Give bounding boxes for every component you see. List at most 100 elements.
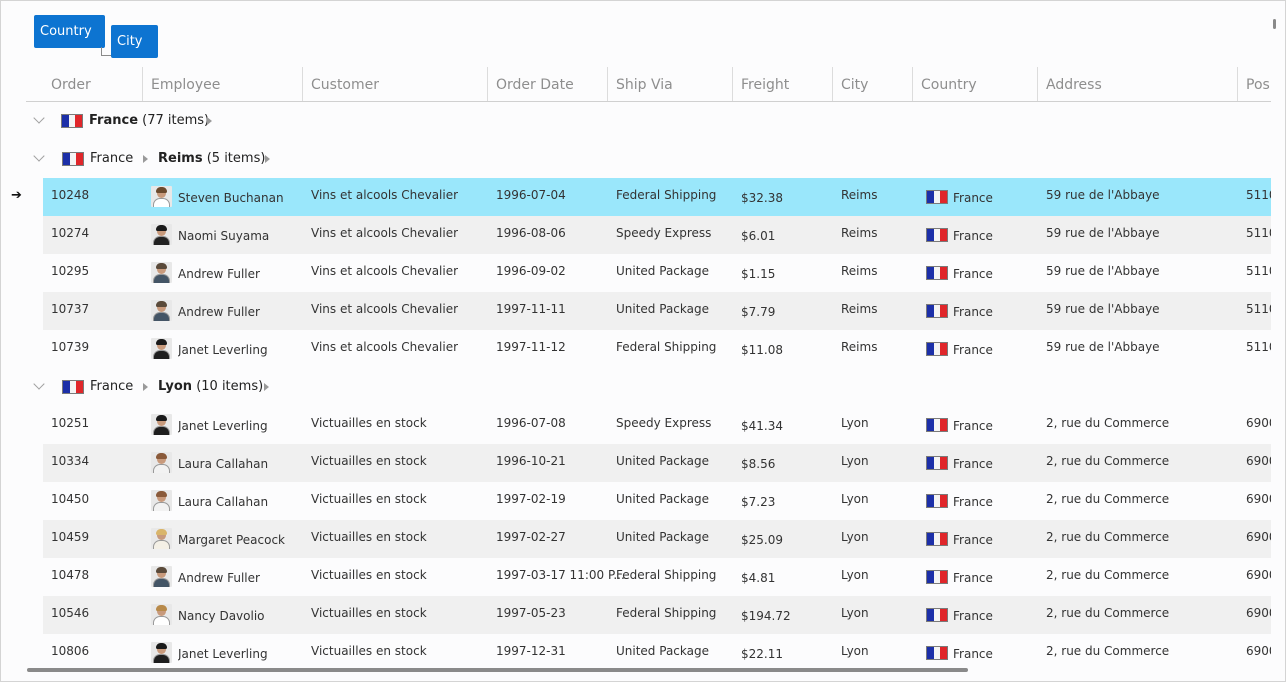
cell-order-date: 1997-11-11 — [496, 302, 566, 316]
cell-freight: $194.72 — [741, 609, 791, 623]
cell-customer: Victuailles en stock — [311, 606, 427, 620]
cell-employee: Andrew Fuller — [178, 305, 260, 319]
cell-ship-via: United Package — [616, 454, 709, 468]
table-row[interactable]: 10739 Janet Leverling Vins et alcools Chev… — [43, 330, 1271, 368]
cell-country: France — [953, 419, 993, 433]
group-chip-city[interactable]: City — [111, 25, 158, 58]
cell-postal: 6900 — [1246, 416, 1271, 430]
cell-employee: Andrew Fuller — [178, 267, 260, 281]
employee-avatar-icon — [151, 528, 172, 549]
cell-postal: 5110 — [1246, 188, 1271, 202]
column-header-employee[interactable]: Employee — [142, 67, 302, 101]
cell-country: France — [953, 267, 993, 281]
cell-ship-via: United Package — [616, 302, 709, 316]
group-count: (77 items) — [142, 113, 210, 128]
column-header-order-date[interactable]: Order Date — [487, 67, 607, 101]
cell-address: 2, rue du Commerce — [1046, 492, 1170, 506]
table-row[interactable]: 10248 Steven Buchanan Vins et alcools Chev… — [43, 178, 1271, 216]
cell-freight: $32.38 — [741, 191, 783, 205]
cell-customer: Victuailles en stock — [311, 568, 427, 582]
column-header-ship-via[interactable]: Ship Via — [607, 67, 732, 101]
employee-avatar-icon — [151, 490, 172, 511]
cell-country: France — [953, 305, 993, 319]
expand-triangle-icon[interactable] — [264, 383, 269, 391]
column-header-city[interactable]: City — [832, 67, 912, 101]
grid-window: Country City Order Employee Customer Ord… — [0, 0, 1286, 682]
cell-employee: Laura Callahan — [178, 457, 269, 471]
cell-order-date: 1997-02-19 — [496, 492, 566, 506]
france-flag-icon — [926, 646, 948, 660]
horizontal-scrollbar-thumb[interactable] — [27, 668, 968, 672]
chevron-down-icon[interactable] — [33, 150, 45, 162]
group-parent-label: France — [90, 151, 134, 166]
table-row[interactable]: 10334 Laura Callahan Victuailles en stock 1… — [43, 444, 1271, 482]
cell-freight: $41.34 — [741, 419, 783, 433]
cell-ship-via: Federal Shipping — [616, 340, 717, 354]
cell-city: Lyon — [841, 416, 869, 430]
france-flag-icon — [926, 570, 948, 584]
table-row[interactable]: 10450 Laura Callahan Victuailles en stock 1… — [43, 482, 1271, 520]
cell-address: 59 rue de l'Abbaye — [1046, 264, 1160, 278]
group-row-country[interactable]: France (77 items) — [26, 102, 1271, 140]
column-header-order[interactable]: Order — [43, 67, 142, 101]
expand-triangle-icon[interactable] — [207, 117, 212, 125]
cell-customer: Vins et alcools Chevalier — [311, 188, 459, 202]
table-row[interactable]: 10251 Janet Leverling Victuailles en stock… — [43, 406, 1271, 444]
cell-ship-via: United Package — [616, 264, 709, 278]
group-value: France — [89, 113, 139, 128]
cell-country: France — [953, 495, 993, 509]
table-row[interactable]: 10546 Nancy Davolio Victuailles en stock 19… — [43, 596, 1271, 634]
cell-city: Lyon — [841, 530, 869, 544]
expand-triangle-icon[interactable] — [265, 155, 270, 163]
france-flag-icon — [926, 494, 948, 508]
cell-address: 59 rue de l'Abbaye — [1046, 226, 1160, 240]
cell-city: Reims — [841, 302, 878, 316]
table-row[interactable]: 10459 Margaret Peacock Victuailles en stoc… — [43, 520, 1271, 558]
table-row[interactable]: 10478 Andrew Fuller Victuailles en stock 19… — [43, 558, 1271, 596]
cell-freight: $22.11 — [741, 647, 783, 661]
table-row[interactable]: 10295 Andrew Fuller Vins et alcools Cheval… — [43, 254, 1271, 292]
cell-address: 2, rue du Commerce — [1046, 416, 1170, 430]
cell-address: 2, rue du Commerce — [1046, 454, 1170, 468]
column-header-freight[interactable]: Freight — [732, 67, 832, 101]
table-row[interactable]: 10737 Andrew Fuller Vins et alcools Cheval… — [43, 292, 1271, 330]
group-label: Lyon (10 items) — [158, 379, 263, 394]
table-row[interactable]: 10806 Janet Leverling Victuailles en stock… — [43, 634, 1271, 672]
cell-order-date: 1996-07-04 — [496, 188, 566, 202]
group-row-city[interactable]: France Lyon (10 items) — [26, 368, 1271, 406]
cell-ship-via: United Package — [616, 530, 709, 544]
expand-triangle-icon[interactable] — [143, 155, 148, 163]
column-header-country[interactable]: Country — [912, 67, 1037, 101]
cell-country: France — [953, 191, 993, 205]
cell-freight: $11.08 — [741, 343, 783, 357]
chevron-down-icon[interactable] — [33, 112, 45, 124]
cell-employee: Margaret Peacock — [178, 533, 286, 547]
cell-city: Lyon — [841, 492, 869, 506]
cell-employee: Janet Leverling — [178, 343, 268, 357]
expand-triangle-icon[interactable] — [143, 383, 148, 391]
cell-customer: Victuailles en stock — [311, 644, 427, 658]
cell-customer: Victuailles en stock — [311, 416, 427, 430]
employee-avatar-icon — [151, 414, 172, 435]
cell-order: 10459 — [51, 530, 90, 544]
cell-country: France — [953, 533, 993, 547]
table-row[interactable]: 10274 Naomi Suyama Vins et alcools Chevali… — [43, 216, 1271, 254]
group-count: (10 items) — [196, 379, 264, 394]
column-header-customer[interactable]: Customer — [302, 67, 487, 101]
cell-city: Reims — [841, 264, 878, 278]
france-flag-icon — [926, 190, 948, 204]
vertical-scrollbar-thumb[interactable] — [1273, 19, 1276, 29]
group-chip-country[interactable]: Country — [34, 15, 105, 48]
group-row-city[interactable]: France Reims (5 items) — [26, 140, 1271, 178]
column-header-postal[interactable]: Pos — [1237, 67, 1271, 101]
column-header-address[interactable]: Address — [1037, 67, 1237, 101]
cell-city: Reims — [841, 188, 878, 202]
cell-order: 10478 — [51, 568, 90, 582]
cell-order-date: 1996-10-21 — [496, 454, 566, 468]
chevron-down-icon[interactable] — [33, 378, 45, 390]
france-flag-icon — [926, 418, 948, 432]
cell-employee: Naomi Suyama — [178, 229, 270, 243]
cell-ship-via: Speedy Express — [616, 226, 712, 240]
cell-address: 2, rue du Commerce — [1046, 606, 1170, 620]
employee-avatar-icon — [151, 452, 172, 473]
